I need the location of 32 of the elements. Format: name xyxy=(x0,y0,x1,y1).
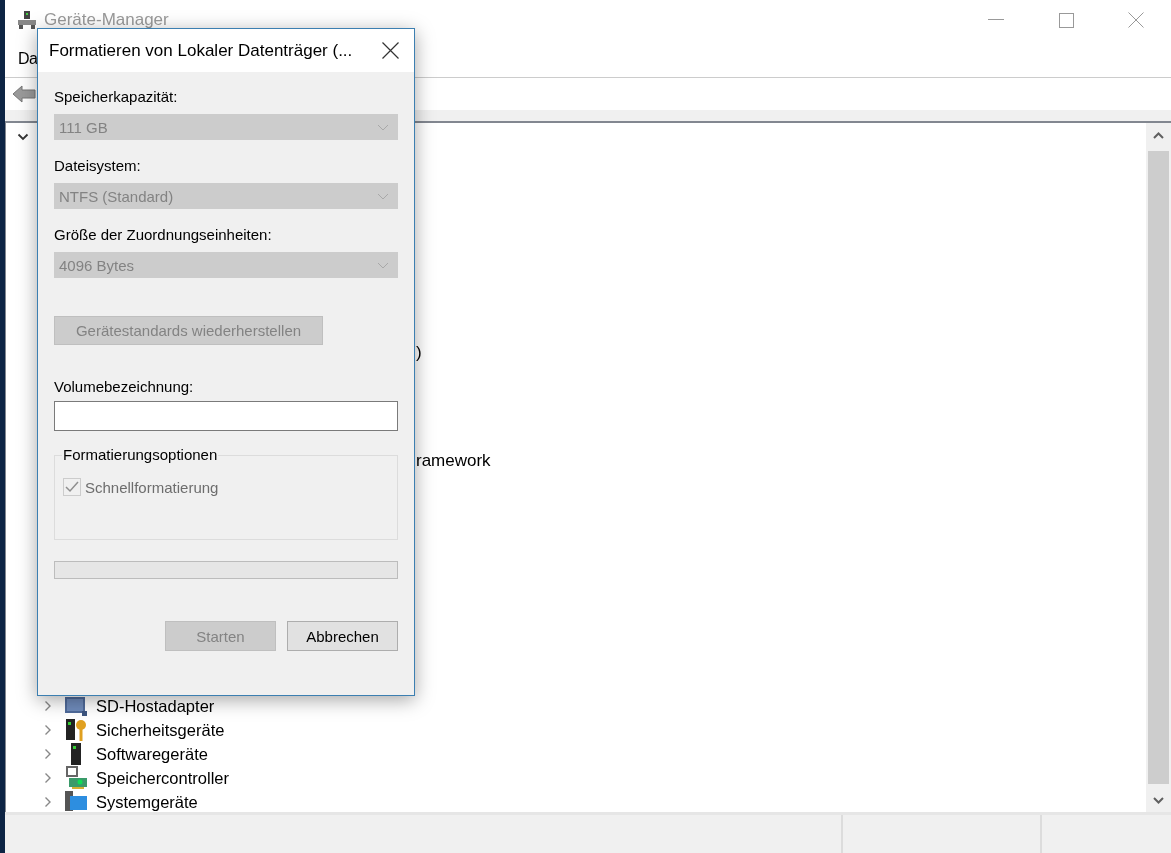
computer-icon xyxy=(64,790,88,812)
tree-item-label[interactable]: ) xyxy=(416,342,422,363)
scroll-thumb[interactable] xyxy=(1148,151,1169,784)
scroll-down-icon[interactable] xyxy=(1153,796,1164,804)
key-device-icon xyxy=(64,718,88,743)
menu-item[interactable]: Da xyxy=(18,49,38,68)
app-icon xyxy=(18,11,36,29)
input-field[interactable] xyxy=(54,401,398,431)
field-label: Speicherkapazität: xyxy=(54,88,178,106)
window-title: Geräte-Manager xyxy=(44,10,169,30)
tree-item[interactable]: Systemgeräte xyxy=(96,793,198,812)
field-label: Größe der Zuordnungseinheiten: xyxy=(54,226,272,244)
tree-item[interactable]: Speichercontroller xyxy=(96,769,229,788)
tree-item[interactable]: Softwaregeräte xyxy=(96,745,208,764)
dialog-title: Formatieren von Lokaler Datenträger (... xyxy=(49,40,353,61)
close-icon xyxy=(1128,12,1144,28)
scroll-up-icon[interactable] xyxy=(1153,131,1164,139)
field-label: Dateisystem: xyxy=(54,157,141,175)
minimize-icon xyxy=(988,19,1004,21)
close-icon xyxy=(381,42,399,59)
field-label: Volumebezeichnung: xyxy=(54,378,194,396)
tree-item[interactable]: Sicherheitsgeräte xyxy=(96,721,225,740)
checkbox-label: Schnellformatierung xyxy=(85,478,219,496)
scrollbar[interactable] xyxy=(1146,123,1171,812)
controller-card-icon xyxy=(64,766,88,791)
maximize-icon xyxy=(1058,12,1074,28)
group-title: Formatierungsoptionen xyxy=(62,446,219,464)
tree-item-label[interactable]: ramework xyxy=(416,450,491,471)
tree-item[interactable]: SD-Hostadapter xyxy=(96,697,215,716)
back-arrow-icon[interactable] xyxy=(12,84,36,104)
card-icon xyxy=(64,695,88,718)
dialog-button[interactable]: Abbrechen xyxy=(287,621,398,651)
